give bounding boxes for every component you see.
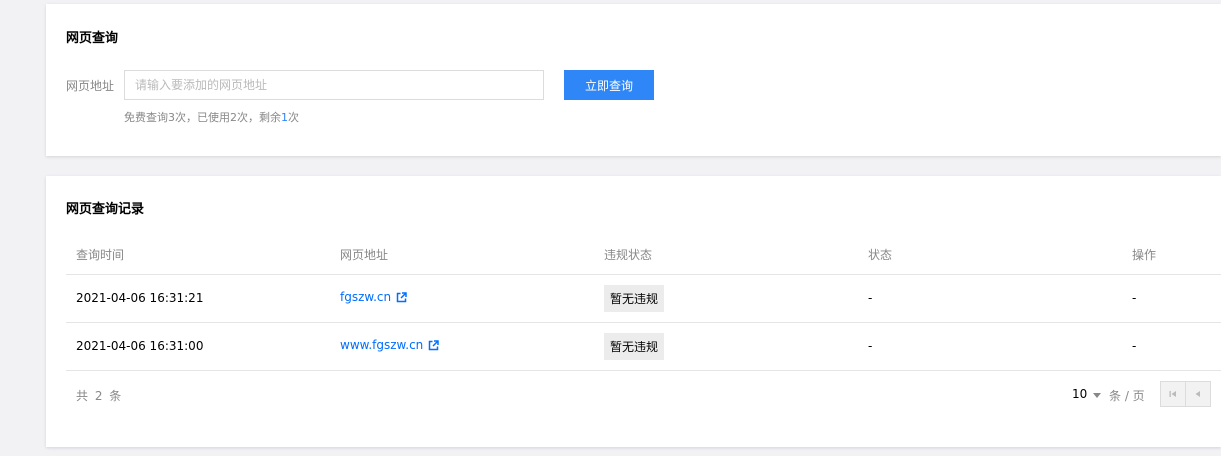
first-page-icon <box>1169 387 1177 401</box>
url-link[interactable]: www.fgszw.cn <box>340 338 423 352</box>
column-header-violation: 违规状态 <box>594 236 858 275</box>
quota-remaining: 1 <box>281 111 288 124</box>
quota-hint: 免费查询3次，已使用2次，剩余1次 <box>124 109 299 125</box>
quota-text-before: 免费查询3次，已使用2次，剩余 <box>124 111 281 124</box>
prev-page-button[interactable] <box>1185 381 1211 407</box>
cell-violation: 暂无违规 <box>594 322 858 371</box>
cell-url: fgszw.cn <box>330 274 594 323</box>
query-card: 网页查询 网页地址 立即查询 免费查询3次，已使用2次，剩余1次 <box>46 4 1221 156</box>
cell-action: - <box>1122 322 1221 371</box>
external-link-icon[interactable] <box>428 340 440 354</box>
cell-violation: 暂无违规 <box>594 274 858 323</box>
url-link[interactable]: fgszw.cn <box>340 290 391 304</box>
pagination <box>1160 381 1211 407</box>
column-header-status: 状态 <box>858 236 1122 275</box>
external-link-icon[interactable] <box>396 292 407 306</box>
column-header-time: 查询时间 <box>66 236 330 275</box>
address-input[interactable] <box>124 70 544 100</box>
cell-status: - <box>858 274 1122 323</box>
records-table: 查询时间 网页地址 违规状态 状态 操作 2021-04-06 16:31:21… <box>66 236 1221 371</box>
violation-badge: 暂无违规 <box>604 332 665 360</box>
cell-time: 2021-04-06 16:31:00 <box>66 322 330 371</box>
violation-badge: 暂无违规 <box>604 284 665 312</box>
cell-status: - <box>858 322 1122 371</box>
address-label: 网页地址 <box>66 79 115 93</box>
query-now-button[interactable]: 立即查询 <box>564 70 654 100</box>
page-size-select[interactable]: 10 <box>1072 387 1102 401</box>
total-count: 共 2 条 <box>76 389 122 403</box>
per-page-label: 条 / 页 <box>1109 389 1145 403</box>
cell-time: 2021-04-06 16:31:21 <box>66 274 330 323</box>
quota-text-after: 次 <box>288 111 299 124</box>
records-card-title: 网页查询记录 <box>66 202 145 217</box>
table-row: 2021-04-06 16:31:21 fgszw.cn 暂无违规 - - <box>66 274 1221 323</box>
column-header-url: 网页地址 <box>330 236 594 275</box>
query-card-title: 网页查询 <box>66 31 119 46</box>
table-row: 2021-04-06 16:31:00 www.fgszw.cn 暂无违规 - … <box>66 322 1221 371</box>
chevron-down-icon <box>1093 392 1102 398</box>
page-size-value: 10 <box>1072 387 1088 401</box>
records-card: 网页查询记录 查询时间 网页地址 违规状态 状态 操作 2021-04-06 1… <box>46 176 1221 447</box>
cell-action: - <box>1122 274 1221 323</box>
table-header-row: 查询时间 网页地址 违规状态 状态 操作 <box>66 236 1221 275</box>
prev-page-icon <box>1194 387 1202 401</box>
cell-url: www.fgszw.cn <box>330 322 594 371</box>
column-header-action: 操作 <box>1122 236 1221 275</box>
first-page-button[interactable] <box>1160 381 1186 407</box>
